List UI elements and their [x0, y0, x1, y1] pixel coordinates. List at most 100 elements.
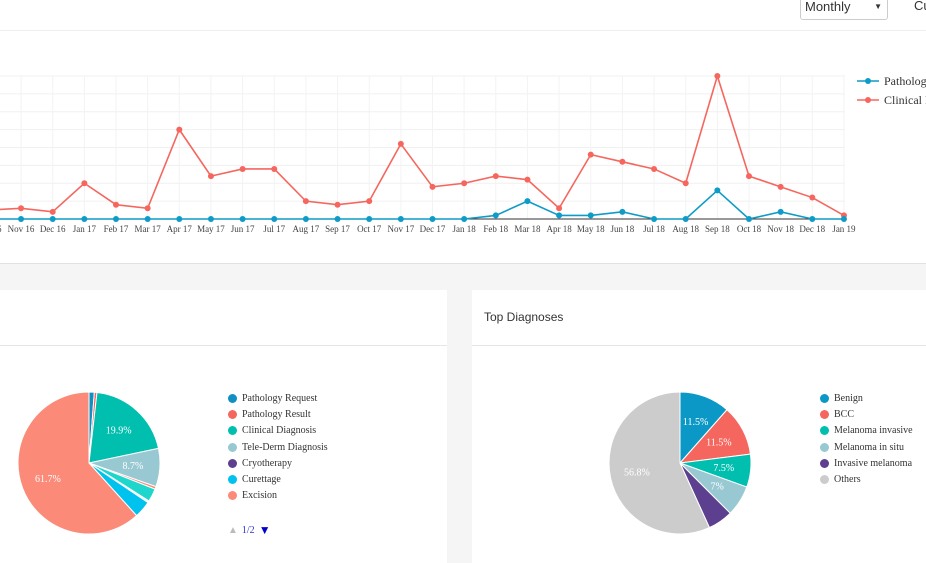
x-tick-label: Aug 17 [293, 224, 320, 234]
slice-label: 61.7% [35, 474, 61, 485]
pager-up-icon[interactable]: ▲ [228, 525, 238, 536]
pager-down-icon[interactable]: ▼ [259, 523, 271, 538]
legend-label: Benign [834, 392, 863, 404]
left-pie-legend: Pathology Request Pathology Result Clinica… [228, 390, 328, 504]
data-point [840, 216, 847, 222]
left-pie-card: 19.9% 8.7% 61.7% Pathology Request Patholog… [0, 290, 447, 563]
legend-swatch-icon [228, 458, 237, 468]
legend-item[interactable]: Benign [820, 390, 913, 406]
legend-item[interactable]: Pathology Request [228, 390, 328, 406]
legend-swatch-icon [228, 409, 237, 419]
data-point [587, 151, 594, 158]
legend-label: Invasive melanoma [834, 457, 913, 469]
top-diagnoses-card: Top Diagnoses 11.5% 11.5% 7.5% 7% 56.8% Beni… [472, 290, 926, 563]
data-point [334, 216, 341, 222]
data-point [492, 173, 499, 180]
data-point [429, 183, 436, 190]
x-tick-label: Apr 18 [546, 224, 572, 234]
legend-swatch-icon [820, 458, 829, 468]
legend-label: Melanoma in situ [834, 441, 904, 453]
data-point [556, 205, 563, 212]
legend-label: Tele-Derm Diagnosis [242, 441, 328, 453]
data-point [714, 73, 721, 79]
slice-label: 7% [710, 482, 723, 493]
legend-label: Pathology Request [884, 74, 926, 88]
x-tick-label: Sep 18 [705, 224, 730, 234]
legend-item[interactable]: Melanoma in situ [820, 439, 913, 455]
legend-item[interactable]: Curettage [228, 471, 328, 487]
legend-swatch-icon [820, 442, 829, 452]
legend-item[interactable]: Clinical Diagnosis [228, 423, 328, 439]
data-point [271, 165, 278, 172]
data-point [302, 216, 309, 222]
legend-swatch-icon [228, 442, 237, 452]
data-point [556, 212, 563, 219]
x-tick-label: Dec 18 [799, 224, 825, 234]
data-point [397, 140, 404, 147]
data-point [18, 216, 25, 222]
legend-item[interactable]: Pathology Result [228, 406, 328, 422]
data-point [524, 176, 531, 183]
x-tick-label: Jan 19 [832, 224, 856, 234]
legend-item[interactable]: Invasive melanoma [820, 455, 913, 471]
legend-item[interactable]: Cryotherapy [228, 455, 328, 471]
legend-label: Clinical Diagnosis [242, 425, 317, 437]
data-point [302, 198, 309, 205]
x-tick-label: Nov 16 [8, 224, 35, 234]
data-point [651, 165, 658, 172]
x-tick-label: Oct 16 [0, 224, 2, 234]
data-point [809, 194, 816, 201]
legend-pager: ▲ 1/2 ▼ [228, 523, 271, 538]
legend-item[interactable]: Tele-Derm Diagnosis [228, 439, 328, 455]
data-point [239, 165, 246, 172]
legend-item[interactable]: Melanoma invasive [820, 423, 913, 439]
legend-label: Others [834, 474, 861, 486]
data-point [113, 216, 119, 222]
slice-label: 56.8% [624, 467, 650, 478]
x-tick-label: Aug 18 [672, 224, 699, 234]
legend-item[interactable]: Others [820, 471, 913, 487]
x-tick-label: Jul 18 [643, 224, 665, 234]
data-point [492, 212, 499, 219]
slice-label: 11.5% [683, 417, 708, 428]
trend-panel: Monthly ▼ Cu Oct 16Nov 16Dec 16Jan 17Feb… [0, 0, 926, 264]
legend-label: Melanoma invasive [834, 425, 913, 437]
x-tick-label: May 18 [577, 224, 605, 234]
slice-label: 7.5% [713, 463, 734, 474]
data-point [651, 216, 658, 222]
data-point [271, 216, 278, 222]
x-tick-label: Jan 18 [453, 224, 477, 234]
x-tick-label: Apr 17 [167, 224, 193, 234]
data-point [366, 216, 373, 222]
x-tick-label: May 17 [197, 224, 225, 234]
x-tick-label: Jan 17 [73, 224, 97, 234]
line-chart: Oct 16 Nov 16 Dec 16 Jan 17 Feb 17 Mar 17 Apr … [0, 73, 926, 234]
legend-swatch-icon [228, 491, 237, 501]
x-tick-label: Mar 18 [514, 224, 541, 234]
data-point [619, 208, 626, 215]
x-tick-label: Mar 17 [135, 224, 162, 234]
top-diagnoses-legend: Benign BCC Melanoma invasive Melanoma in si… [820, 390, 913, 488]
x-tick-label: Feb 18 [483, 224, 508, 234]
data-point [144, 205, 151, 212]
x-tick-label: Dec 16 [40, 224, 66, 234]
legend-item[interactable]: BCC [820, 406, 913, 422]
slice-label: 19.9% [106, 425, 132, 436]
legend-label: Pathology Result [242, 408, 311, 420]
x-tick-label: Jun 17 [231, 224, 255, 234]
legend-label: Cryotherapy [242, 457, 292, 469]
x-tick-label: Oct 18 [737, 224, 762, 234]
data-point [461, 216, 468, 222]
data-point [176, 216, 183, 222]
legend-marker [865, 78, 871, 84]
data-point [587, 212, 594, 219]
data-point [777, 183, 784, 190]
data-point [809, 216, 816, 222]
data-point [682, 180, 689, 187]
slice-label: 8.7% [123, 461, 144, 472]
legend-label: Curettage [242, 474, 281, 486]
legend-item[interactable]: Excision [228, 488, 328, 504]
slice-label: 11.5% [706, 437, 731, 448]
legend-swatch-icon [228, 475, 237, 485]
data-point [18, 205, 25, 212]
